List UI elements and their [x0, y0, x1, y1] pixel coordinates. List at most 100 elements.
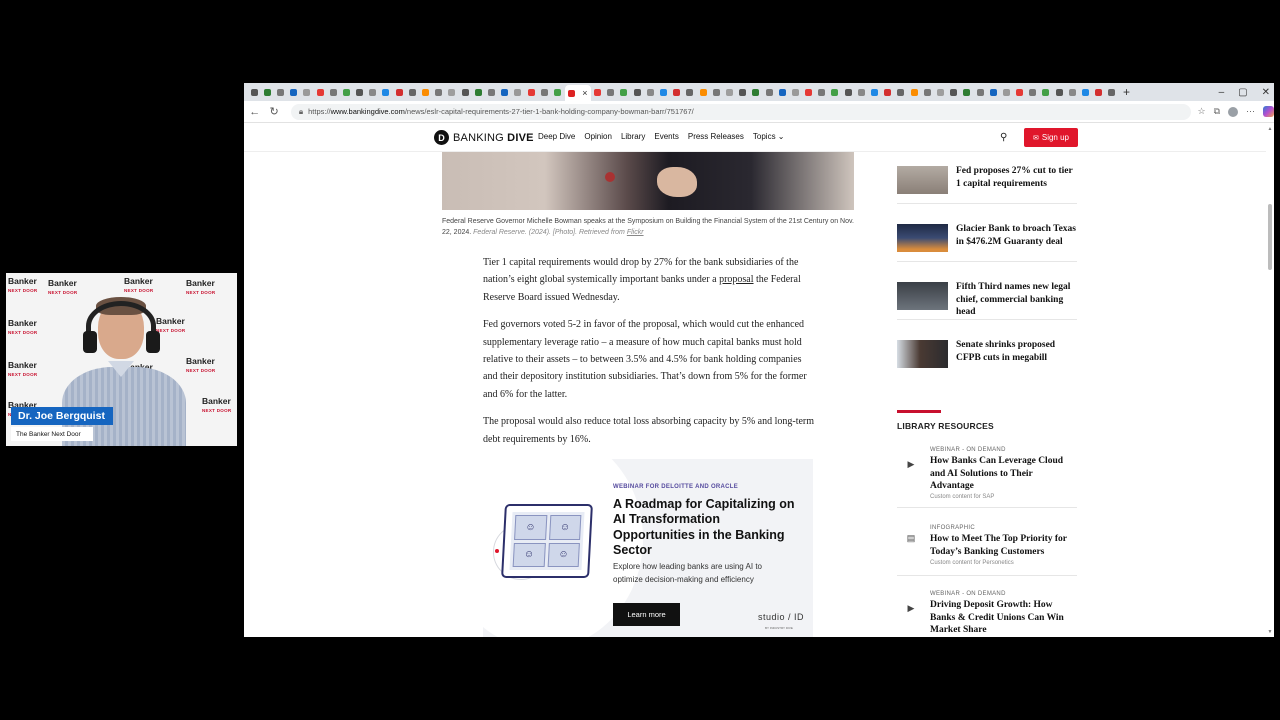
browser-tab[interactable] [1053, 86, 1065, 98]
url-field[interactable]: 🔒︎ https:// www.bankingdive.com /news/es… [290, 103, 1192, 120]
flickr-link[interactable]: Flickr [627, 229, 644, 236]
browser-tab[interactable] [895, 86, 907, 98]
story-item[interactable]: Fifth Third names new legal chief, comme… [897, 268, 1077, 320]
browser-tab[interactable] [380, 86, 392, 98]
favorite-star-icon[interactable]: ☆ [1197, 106, 1205, 117]
browser-tab[interactable] [314, 86, 326, 98]
maximize-button[interactable]: ▢ [1238, 87, 1247, 98]
browser-tab[interactable] [327, 86, 339, 98]
nav-topics[interactable]: Topics ⌄ [753, 132, 785, 141]
browser-tab[interactable] [961, 86, 973, 98]
browser-tab[interactable] [354, 86, 366, 98]
browser-tab[interactable] [829, 86, 841, 98]
scroll-down-arrow-icon[interactable]: ▼ [1266, 629, 1274, 635]
browser-tab[interactable] [657, 86, 669, 98]
library-item[interactable]: ▶ WEBINAR - ON DEMAND How Banks Can Leve… [897, 442, 1077, 508]
library-item[interactable]: ▶ WEBINAR - ON DEMAND Driving Deposit Gr… [897, 586, 1077, 637]
minimize-button[interactable]: – [1219, 87, 1225, 98]
close-window-button[interactable]: ✕ [1262, 87, 1270, 98]
library-item[interactable]: ▤ INFOGRAPHIC How to Meet The Top Priori… [897, 520, 1077, 576]
sponsored-webinar-ad[interactable]: ☺ ☺ ☺ ☺ WEBINAR FOR DELOITTE AND ORACLE … [483, 459, 813, 637]
browser-tab[interactable] [763, 86, 775, 98]
story-title[interactable]: Fifth Third names new legal chief, comme… [956, 281, 1077, 319]
browser-tab[interactable] [631, 86, 643, 98]
browser-tab[interactable] [1040, 86, 1052, 98]
browser-tab[interactable] [1106, 86, 1118, 98]
browser-tab[interactable] [1093, 86, 1105, 98]
profile-avatar[interactable] [1228, 106, 1238, 117]
more-menu-icon[interactable]: ⋯ [1246, 106, 1255, 117]
proposal-link[interactable]: proposal [719, 274, 753, 285]
browser-tab[interactable] [248, 86, 260, 98]
browser-tab[interactable] [525, 86, 537, 98]
nav-deep-dive[interactable]: Deep Dive [538, 132, 575, 141]
browser-tab[interactable] [618, 86, 630, 98]
browser-tab[interactable] [1066, 86, 1078, 98]
story-item[interactable]: Fed proposes 27% cut to tier 1 capital r… [897, 152, 1077, 204]
browser-tab[interactable] [803, 86, 815, 98]
browser-tab[interactable] [459, 86, 471, 98]
story-item[interactable]: Glacier Bank to broach Texas in $476.2M … [897, 210, 1077, 262]
story-item[interactable]: Senate shrinks proposed CFPB cuts in meg… [897, 326, 1077, 378]
browser-tab[interactable] [723, 86, 735, 98]
browser-tab[interactable] [737, 86, 749, 98]
learn-more-button[interactable]: Learn more [613, 603, 680, 626]
browser-tab[interactable] [855, 86, 867, 98]
story-title[interactable]: Senate shrinks proposed CFPB cuts in meg… [956, 339, 1077, 364]
collections-icon[interactable]: ⧉ [1214, 106, 1220, 117]
browser-tab[interactable] [393, 86, 405, 98]
browser-tab[interactable] [816, 86, 828, 98]
site-logo[interactable]: D BANKING DIVE [434, 130, 534, 145]
scroll-up-arrow-icon[interactable]: ▲ [1266, 126, 1274, 132]
browser-tab[interactable] [697, 86, 709, 98]
reload-button[interactable]: ↻ [265, 105, 282, 118]
story-title[interactable]: Glacier Bank to broach Texas in $476.2M … [956, 223, 1077, 248]
browser-tab[interactable] [921, 86, 933, 98]
browser-tab[interactable] [301, 86, 313, 98]
browser-tab[interactable] [987, 86, 999, 98]
nav-library[interactable]: Library [621, 132, 645, 141]
browser-tab[interactable] [288, 86, 300, 98]
browser-tab[interactable] [842, 86, 854, 98]
browser-tab-active[interactable]: × [564, 85, 591, 101]
browser-tab[interactable] [499, 86, 511, 98]
browser-tab[interactable] [974, 86, 986, 98]
browser-tab[interactable] [1079, 86, 1091, 98]
tab-close-icon[interactable]: × [582, 88, 587, 98]
library-item-title[interactable]: How to Meet The Top Priority for Today’s… [930, 533, 1078, 558]
browser-tab[interactable] [934, 86, 946, 98]
browser-tab[interactable] [419, 86, 431, 98]
browser-tab[interactable] [605, 86, 617, 98]
browser-tab[interactable] [684, 86, 696, 98]
browser-tab[interactable] [948, 86, 960, 98]
new-tab-button[interactable]: + [1119, 86, 1134, 98]
browser-tab[interactable] [261, 86, 273, 98]
browser-tab[interactable] [789, 86, 801, 98]
browser-tab[interactable] [750, 86, 762, 98]
browser-tab[interactable] [551, 86, 563, 98]
browser-tab[interactable] [710, 86, 722, 98]
story-title[interactable]: Fed proposes 27% cut to tier 1 capital r… [956, 165, 1077, 190]
browser-tab[interactable] [1014, 86, 1026, 98]
nav-press-releases[interactable]: Press Releases [688, 132, 744, 141]
browser-tab[interactable] [512, 86, 524, 98]
browser-tab[interactable] [485, 86, 497, 98]
copilot-icon[interactable] [1263, 106, 1274, 117]
scrollbar-thumb[interactable] [1268, 204, 1272, 270]
back-button[interactable]: ← [246, 106, 263, 118]
browser-tab[interactable] [1027, 86, 1039, 98]
nav-opinion[interactable]: Opinion [584, 132, 612, 141]
browser-tab[interactable] [472, 86, 484, 98]
browser-tab[interactable] [367, 86, 379, 98]
browser-tab[interactable] [592, 86, 604, 98]
search-icon[interactable]: ⚲ [1000, 132, 1007, 143]
nav-events[interactable]: Events [654, 132, 678, 141]
browser-tab[interactable] [644, 86, 656, 98]
browser-tab[interactable] [882, 86, 894, 98]
browser-tab[interactable] [406, 86, 418, 98]
browser-tab[interactable] [1000, 86, 1012, 98]
signup-button[interactable]: ✉ Sign up [1024, 128, 1078, 147]
library-item-title[interactable]: Driving Deposit Growth: How Banks & Cred… [930, 599, 1078, 637]
browser-tab[interactable] [433, 86, 445, 98]
browser-tab[interactable] [908, 86, 920, 98]
